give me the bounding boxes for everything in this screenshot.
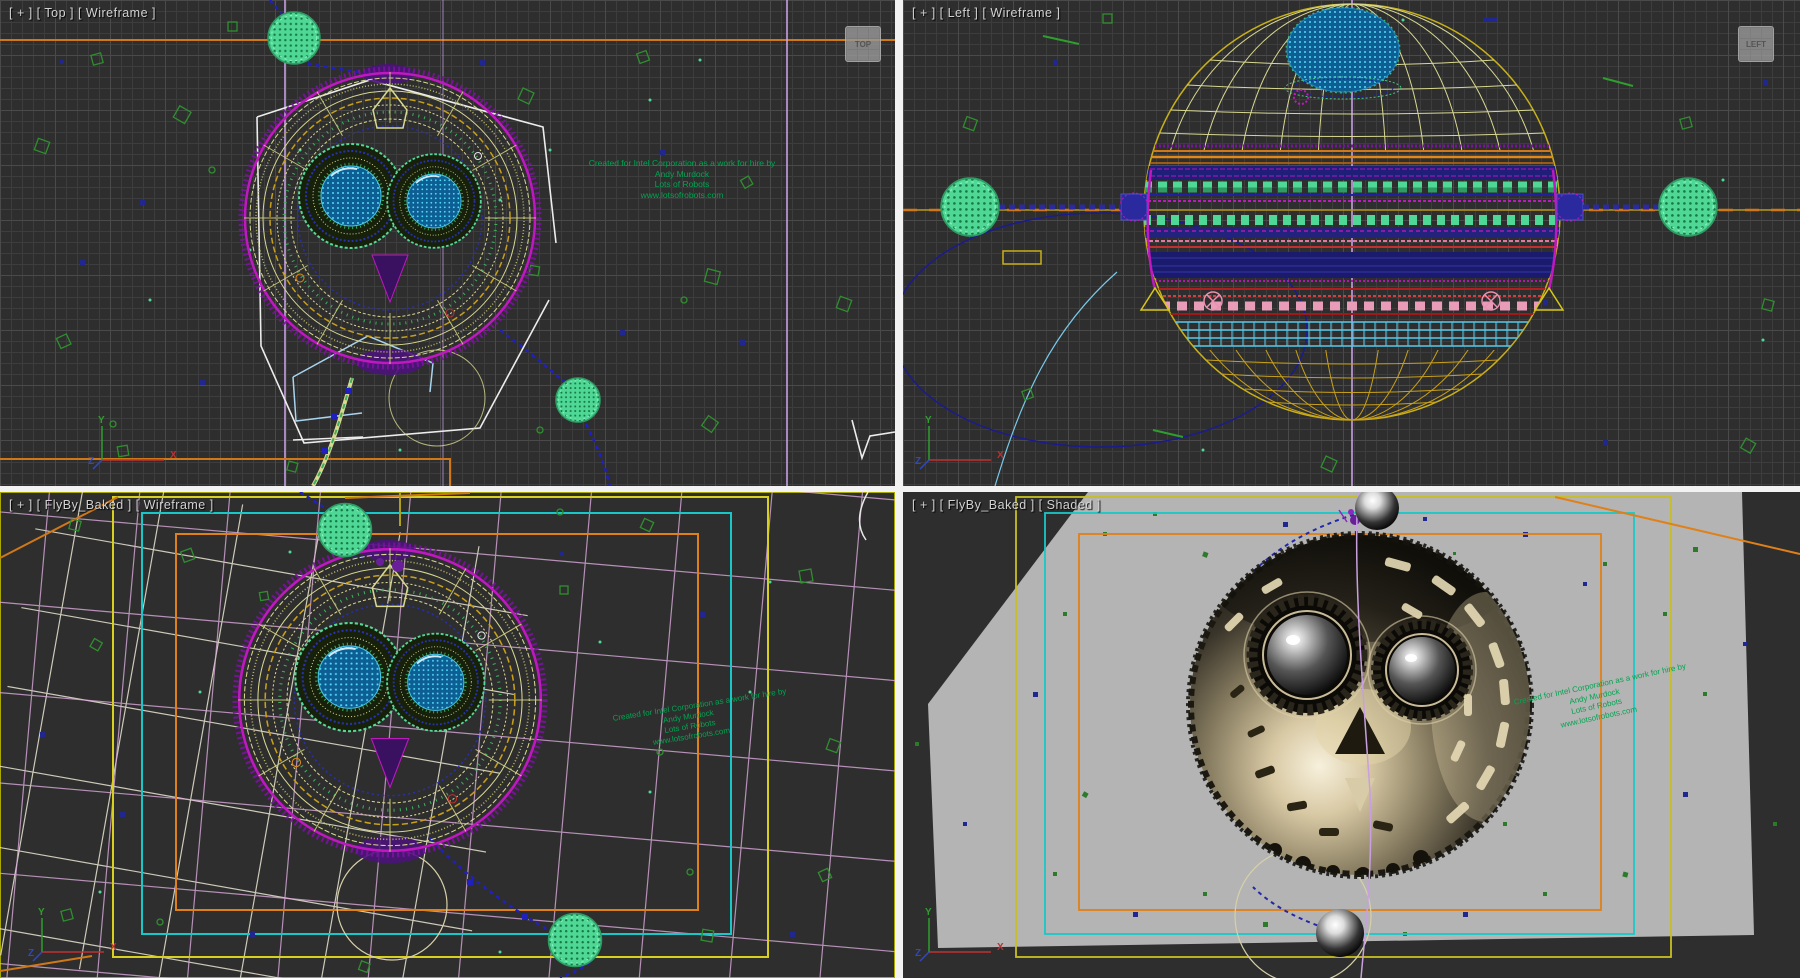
camera-wireframe-scene	[0, 492, 895, 978]
flight-path-trails	[300, 492, 590, 978]
viewcube[interactable]: TOP	[845, 26, 881, 62]
viewport-label-camera-shaded[interactable]: [ + ] [ FlyBy_Baked ] [ Shaded ]	[912, 498, 1101, 512]
axis-x-label: X	[110, 942, 117, 953]
yellow-helper-rect	[1003, 251, 1041, 264]
quad-viewport-app: [ + ] [ Top ] [ Wireframe ] TOP Y X Z Cr…	[0, 0, 1800, 978]
axis-x-label: X	[997, 450, 1004, 461]
cyan-orbit-curve	[995, 272, 1117, 486]
owl-sphere-wireframe	[235, 540, 545, 863]
axis-z-label: Z	[915, 948, 921, 959]
axis-y-label: Y	[925, 415, 932, 426]
viewport-top[interactable]: [ + ] [ Top ] [ Wireframe ] TOP Y X Z Cr…	[0, 0, 895, 486]
mint-moon-sphere	[941, 178, 999, 236]
axis-z-label: Z	[915, 456, 921, 467]
axis-y-label: Y	[38, 907, 45, 918]
mint-moon-sphere	[319, 504, 372, 557]
scene-orange-rect	[0, 459, 450, 486]
axis-z-label: Z	[88, 456, 94, 467]
axis-tripod: Y X Z	[88, 414, 178, 474]
scatter-marks	[40, 509, 840, 972]
camera-shaded-scene	[903, 492, 1800, 978]
viewcube-face-label: TOP	[855, 40, 871, 49]
axis-tripod: Y X Z	[915, 906, 1005, 966]
mint-moon-sphere	[1659, 178, 1717, 236]
axis-y-label: Y	[98, 415, 105, 426]
purple-antenna	[376, 558, 384, 566]
axis-x-label: X	[997, 942, 1004, 953]
viewcube[interactable]: LEFT	[1738, 26, 1774, 62]
viewport-camera-wireframe[interactable]: [ + ] [ FlyBy_Baked ] [ Wireframe ] Y X …	[0, 492, 895, 978]
axis-tripod: Y X Z	[915, 414, 1005, 474]
mint-moon-sphere	[556, 378, 600, 422]
viewport-label-camera-wireframe[interactable]: [ + ] [ FlyBy_Baked ] [ Wireframe ]	[9, 498, 214, 512]
mint-moon-sphere	[268, 12, 320, 64]
viewport-label-top[interactable]: [ + ] [ Top ] [ Wireframe ]	[9, 6, 156, 20]
right-eye-gear	[1368, 616, 1476, 724]
mint-moon-sphere	[549, 914, 602, 967]
hull-bands	[1143, 146, 1563, 346]
beige-orbit-circle	[337, 850, 447, 960]
purple-antenna	[392, 560, 404, 572]
shiny-moon-sphere	[1316, 909, 1364, 957]
viewport-label-left[interactable]: [ + ] [ Left ] [ Wireframe ]	[912, 6, 1060, 20]
axis-x-label: X	[170, 450, 177, 461]
axis-tripod: Y X Z	[28, 906, 118, 966]
viewport-camera-shaded[interactable]: [ + ] [ FlyBy_Baked ] [ Shaded ] Y X Z C…	[903, 492, 1800, 978]
axis-y-label: Y	[925, 907, 932, 918]
viewport-left[interactable]: [ + ] [ Left ] [ Wireframe ] LEFT Y X Z	[903, 0, 1800, 486]
watermark-text: Created for Intel Corporation as a work …	[588, 158, 776, 200]
viewcube-face-label: LEFT	[1746, 40, 1766, 49]
left-view-scene	[903, 0, 1800, 486]
axis-z-label: Z	[28, 948, 34, 959]
left-eye-gear	[1244, 592, 1370, 718]
